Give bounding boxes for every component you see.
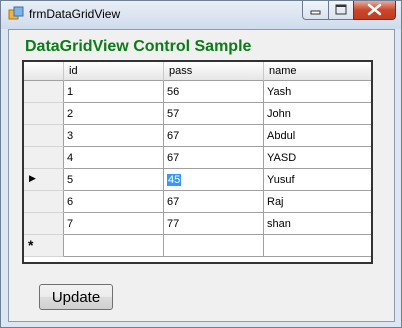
grid-cell-name[interactable]: Raj [264, 191, 371, 213]
grid-cell-pass[interactable]: 67 [164, 191, 264, 213]
grid-cell-name[interactable]: YASD [264, 147, 371, 169]
grid-cell-name[interactable]: shan [264, 213, 371, 235]
row-header[interactable] [24, 213, 64, 235]
grid-cell-name[interactable]: Abdul [264, 125, 371, 147]
grid-cell-name[interactable]: John [264, 103, 371, 125]
maximize-button[interactable] [328, 1, 354, 20]
new-row-cell-id[interactable] [64, 235, 164, 257]
grid-cell-id[interactable]: 3 [64, 125, 164, 147]
grid-cell-id[interactable]: 2 [64, 103, 164, 125]
grid-cell-pass-selected[interactable]: 45 [164, 169, 264, 191]
grid-cell-name[interactable]: Yash [264, 81, 371, 103]
maximize-icon [335, 4, 347, 15]
current-row-icon: ▶ [29, 173, 36, 183]
row-header[interactable] [24, 103, 64, 125]
column-header-pass[interactable]: pass [164, 62, 264, 81]
grid-cell-name[interactable]: Yusuf [264, 169, 371, 191]
row-header[interactable] [24, 147, 64, 169]
grid-cell-pass[interactable]: 56 [164, 81, 264, 103]
grid-cell-pass[interactable]: 67 [164, 125, 264, 147]
page-title: DataGridView Control Sample [25, 38, 252, 55]
column-header-id[interactable]: id [64, 62, 164, 81]
window-title: frmDataGridView [29, 7, 121, 21]
column-header-name[interactable]: name [264, 62, 371, 81]
grid-cell-pass[interactable]: 77 [164, 213, 264, 235]
close-icon [367, 3, 382, 16]
row-header[interactable] [24, 125, 64, 147]
data-grid[interactable]: id pass name 1 56 Yash 2 57 John 3 67 Ab… [22, 60, 373, 264]
row-header-current[interactable]: ▶ [24, 169, 64, 191]
row-header-new[interactable]: * [24, 235, 64, 257]
new-row-cell-name[interactable] [264, 235, 371, 257]
grid-cell-id[interactable]: 5 [64, 169, 164, 191]
grid-cell-id[interactable]: 7 [64, 213, 164, 235]
update-button[interactable]: Update [39, 284, 113, 310]
new-row-cell-pass[interactable] [164, 235, 264, 257]
row-header[interactable] [24, 191, 64, 213]
grid-cell-pass[interactable]: 67 [164, 147, 264, 169]
selected-cell-text[interactable]: 45 [167, 174, 182, 186]
app-icon [8, 6, 24, 20]
close-button[interactable] [353, 1, 396, 20]
title-bar[interactable]: frmDataGridView [1, 1, 401, 29]
minimize-icon [310, 10, 321, 15]
grid-corner-header[interactable] [24, 62, 64, 81]
grid-cell-id[interactable]: 1 [64, 81, 164, 103]
minimize-button[interactable] [302, 1, 329, 20]
window: frmDataGridView DataGridView Control Sam… [0, 0, 402, 328]
grid-cell-id[interactable]: 4 [64, 147, 164, 169]
new-row-icon: * [28, 237, 34, 253]
grid-cell-pass[interactable]: 57 [164, 103, 264, 125]
form-client-area: DataGridView Control Sample id pass name… [8, 29, 395, 322]
grid-cell-id[interactable]: 6 [64, 191, 164, 213]
row-header[interactable] [24, 81, 64, 103]
